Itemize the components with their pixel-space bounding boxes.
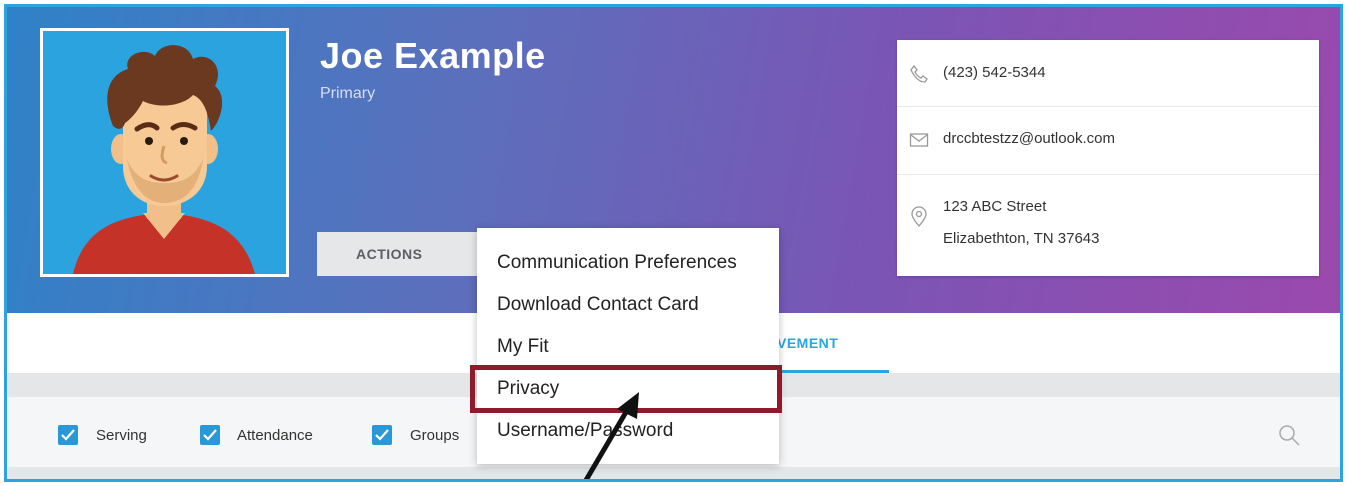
contact-address-line2: Elizabethton, TN 37643 — [943, 230, 1100, 247]
serving-checkbox[interactable] — [58, 425, 78, 445]
actions-dropdown-menu: Communication Preferences Download Conta… — [477, 228, 779, 464]
contact-email: drccbtestzz@outlook.com — [943, 130, 1115, 147]
groups-checkbox[interactable] — [372, 425, 392, 445]
tab-involvement-label: VEMENT — [777, 335, 839, 351]
menu-item-communication-preferences[interactable]: Communication Preferences — [497, 252, 737, 274]
contact-phone: (423) 542-5344 — [943, 64, 1046, 81]
contact-address-row[interactable]: 123 ABC Street Elizabethton, TN 37643 — [897, 174, 1319, 276]
menu-item-username-password[interactable]: Username/Password — [497, 420, 673, 442]
actions-button[interactable]: ACTIONS — [317, 232, 487, 276]
attendance-checkbox[interactable] — [200, 425, 220, 445]
contact-address-line1: 123 ABC Street — [943, 198, 1047, 215]
section-divider-bottom — [7, 467, 1340, 479]
location-pin-icon — [909, 206, 929, 227]
groups-label: Groups — [410, 427, 460, 444]
privacy-highlight-box — [470, 365, 782, 413]
email-icon — [909, 130, 929, 150]
attendance-label: Attendance — [237, 427, 313, 444]
contact-phone-row[interactable]: (423) 542-5344 — [897, 40, 1319, 107]
tab-involvement[interactable]: VEMENT — [777, 313, 889, 373]
profile-subtitle: Primary — [320, 85, 376, 102]
profile-avatar — [40, 28, 289, 277]
phone-icon — [909, 64, 929, 84]
serving-label: Serving — [96, 427, 147, 444]
menu-item-my-fit[interactable]: My Fit — [497, 336, 549, 358]
contact-card: (423) 542-5344 drccbtestzz@outlook.com 1… — [897, 40, 1319, 276]
app-frame: Joe Example Primary ACTIONS (423) 542-53… — [4, 4, 1343, 482]
contact-email-row[interactable]: drccbtestzz@outlook.com — [897, 106, 1319, 175]
search-icon[interactable] — [1277, 423, 1301, 452]
profile-name: Joe Example — [320, 35, 546, 76]
menu-item-download-contact-card[interactable]: Download Contact Card — [497, 294, 699, 316]
